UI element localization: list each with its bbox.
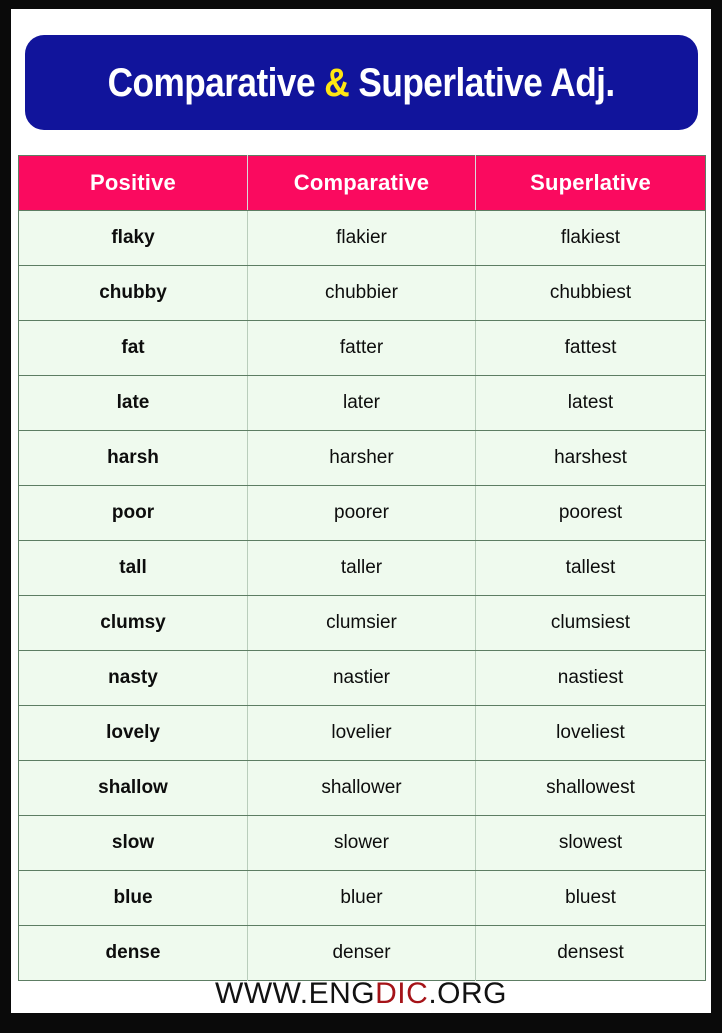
cell-positive: slow: [18, 815, 248, 871]
table-header: Positive Comparative Superlative: [18, 155, 706, 211]
cell-superlative: latest: [475, 375, 706, 431]
cell-superlative: shallowest: [475, 760, 706, 816]
site-url-suffix: .ORG: [428, 977, 507, 1010]
cell-superlative: flakiest: [475, 210, 706, 266]
adjective-table-container: Positive Comparative Superlative flaky fl…: [18, 155, 706, 981]
cell-superlative: slowest: [475, 815, 706, 871]
adjective-table: Positive Comparative Superlative flaky fl…: [18, 155, 706, 981]
table-row: late later latest: [18, 375, 706, 431]
page-title: Comparative & Superlative Adj.: [107, 60, 616, 105]
cell-comparative: harsher: [247, 430, 476, 486]
ampersand-glyph: &: [324, 60, 350, 105]
cell-superlative: harshest: [475, 430, 706, 486]
table-row: shallow shallower shallowest: [18, 760, 706, 816]
cell-comparative: denser: [247, 925, 476, 981]
cell-positive: chubby: [18, 265, 248, 321]
cell-positive: harsh: [18, 430, 248, 486]
cell-positive: clumsy: [18, 595, 248, 651]
cell-superlative: loveliest: [475, 705, 706, 761]
cell-positive: flaky: [18, 210, 248, 266]
table-row: harsh harsher harshest: [18, 430, 706, 486]
cell-positive: late: [18, 375, 248, 431]
cell-positive: blue: [18, 870, 248, 926]
site-url-prefix: WWW.ENG: [215, 977, 376, 1010]
cell-positive: shallow: [18, 760, 248, 816]
table-header-row: Positive Comparative Superlative: [18, 155, 706, 211]
poster-frame: Comparative & Superlative Adj. Positive …: [0, 0, 722, 1033]
cell-positive: tall: [18, 540, 248, 596]
site-url-highlight: DIC: [375, 977, 429, 1010]
cell-comparative: shallower: [247, 760, 476, 816]
table-row: flaky flakier flakiest: [18, 210, 706, 266]
table-row: tall taller tallest: [18, 540, 706, 596]
cell-comparative: chubbier: [247, 265, 476, 321]
site-url: WWW.ENGDIC.ORG: [215, 977, 507, 1011]
cell-superlative: densest: [475, 925, 706, 981]
table-row: poor poorer poorest: [18, 485, 706, 541]
cell-positive: nasty: [18, 650, 248, 706]
table-row: slow slower slowest: [18, 815, 706, 871]
cell-comparative: fatter: [247, 320, 476, 376]
column-header-comparative: Comparative: [247, 155, 476, 211]
cell-superlative: bluest: [475, 870, 706, 926]
cell-superlative: fattest: [475, 320, 706, 376]
cell-comparative: slower: [247, 815, 476, 871]
cell-comparative: flakier: [247, 210, 476, 266]
cell-comparative: later: [247, 375, 476, 431]
column-header-superlative: Superlative: [475, 155, 706, 211]
cell-positive: poor: [18, 485, 248, 541]
table-row: nasty nastier nastiest: [18, 650, 706, 706]
cell-superlative: tallest: [475, 540, 706, 596]
cell-comparative: lovelier: [247, 705, 476, 761]
title-banner: Comparative & Superlative Adj.: [25, 35, 698, 130]
cell-superlative: chubbiest: [475, 265, 706, 321]
column-header-positive: Positive: [18, 155, 248, 211]
cell-comparative: clumsier: [247, 595, 476, 651]
cell-superlative: clumsiest: [475, 595, 706, 651]
table-body: flaky flakier flakiest chubby chubbier chubbi…: [18, 210, 706, 981]
cell-comparative: taller: [247, 540, 476, 596]
poster-sheet: Comparative & Superlative Adj. Positive …: [11, 9, 711, 1013]
table-row: fat fatter fattest: [18, 320, 706, 376]
cell-positive: lovely: [18, 705, 248, 761]
table-row: clumsy clumsier clumsiest: [18, 595, 706, 651]
table-row: blue bluer bluest: [18, 870, 706, 926]
cell-comparative: poorer: [247, 485, 476, 541]
cell-positive: fat: [18, 320, 248, 376]
cell-comparative: nastier: [247, 650, 476, 706]
title-text-part2: Superlative Adj.: [349, 60, 616, 105]
table-row: lovely lovelier loveliest: [18, 705, 706, 761]
table-row: dense denser densest: [18, 925, 706, 981]
cell-comparative: bluer: [247, 870, 476, 926]
site-footer: WWW.ENGDIC.ORG: [11, 975, 711, 1013]
title-text-part1: Comparative: [107, 60, 325, 105]
cell-positive: dense: [18, 925, 248, 981]
table-row: chubby chubbier chubbiest: [18, 265, 706, 321]
cell-superlative: nastiest: [475, 650, 706, 706]
cell-superlative: poorest: [475, 485, 706, 541]
